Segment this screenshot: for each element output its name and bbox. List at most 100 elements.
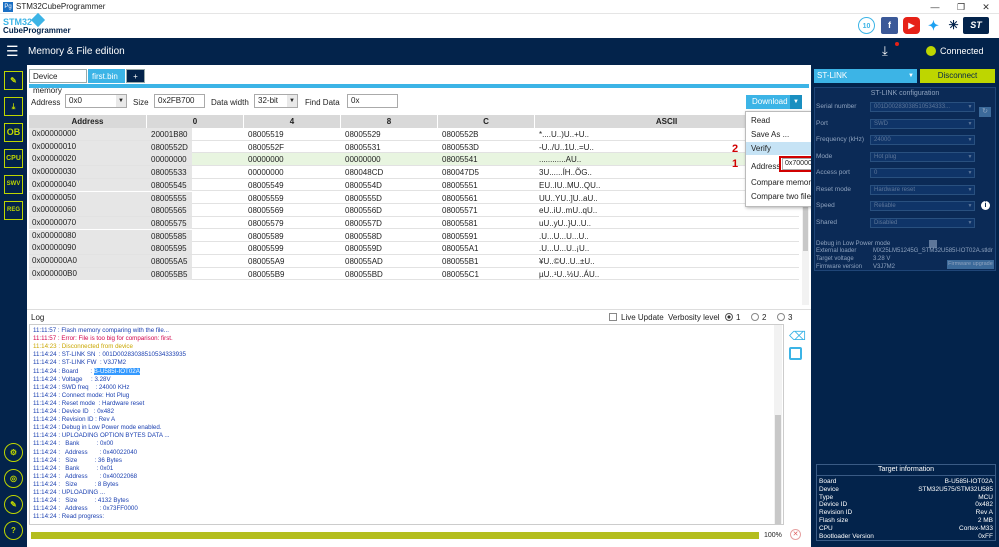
option-bytes-button[interactable]: OB [4, 123, 23, 142]
cell-c8[interactable]: 08005531 [345, 143, 381, 152]
cell-cC[interactable]: 080055A1 [442, 244, 478, 253]
cell-c4[interactable]: 08005559 [248, 194, 284, 203]
cell-c4[interactable]: 00000000 [248, 168, 284, 177]
cell-c4[interactable]: 00000000 [248, 155, 284, 164]
facebook-icon[interactable]: f [881, 17, 898, 34]
table-row[interactable]: 0x00000020 00000000 00000000 00000000 080055… [29, 153, 799, 166]
datawidth-select[interactable]: 32-bit ▼ [254, 94, 298, 108]
table-row[interactable]: 0x000000A0 080055A5 080055A9 080055AD 080055… [29, 255, 799, 268]
table-row[interactable]: 0x00000060 08005565 08005569 0800556D 080055… [29, 204, 799, 217]
cell-ascii[interactable]: *....U..)U..+U.. [539, 130, 589, 139]
cell-c8[interactable]: 0800559D [345, 244, 382, 253]
cell-c0[interactable]: 00000000 [151, 155, 187, 164]
chevron-down-icon[interactable]: ▼ [966, 153, 974, 161]
cell-c0[interactable]: 20001B80 [151, 130, 187, 139]
verbosity-radio-1[interactable] [725, 313, 733, 321]
cpu-button[interactable]: CPU [4, 149, 23, 168]
live-update-checkbox[interactable] [609, 313, 617, 321]
cell-c0[interactable]: 08005585 [151, 232, 187, 241]
size-input[interactable]: 0x2FB700 [154, 94, 205, 108]
cell-cC[interactable]: 08005581 [442, 219, 478, 228]
cell-c4[interactable]: 08005579 [248, 219, 284, 228]
cell-c8[interactable]: 08005529 [345, 130, 381, 139]
column-header[interactable]: 0 [147, 115, 244, 128]
tab-first-bin[interactable]: first.bin × [88, 69, 125, 95]
cell-c4[interactable]: 08005569 [248, 206, 284, 215]
cell-ascii[interactable]: 3U......ÍH..ÕG.. [539, 168, 592, 177]
cell-c0[interactable]: 080055B5 [151, 270, 187, 279]
twitter-icon[interactable]: ✦ [925, 17, 942, 34]
cell-c8[interactable]: 0800556D [345, 206, 382, 215]
cell-c4[interactable]: 08005549 [248, 181, 284, 190]
download-button[interactable]: Download ▼ [746, 95, 802, 109]
erasing-programming-icon[interactable]: ⤓ [4, 97, 23, 116]
column-header[interactable]: 4 [244, 115, 341, 128]
config-field-select[interactable]: SWD ▼ [870, 118, 975, 129]
tools-icon[interactable]: ✎ [4, 495, 23, 514]
cell-ascii[interactable]: .U...U...U..¡U.. [539, 244, 589, 253]
cell-cC[interactable]: 080055C1 [442, 270, 479, 279]
cell-ascii[interactable]: .U...U...U...U.. [539, 232, 589, 241]
column-header[interactable]: 8 [341, 115, 438, 128]
cell-c8[interactable]: 080048CD [345, 168, 383, 177]
column-header[interactable]: C [438, 115, 535, 128]
cell-c0[interactable]: 0800552D [151, 143, 188, 152]
disconnect-button[interactable]: Disconnect [920, 69, 995, 83]
chevron-down-icon[interactable]: ▼ [966, 103, 974, 111]
swv-button[interactable]: SWV [4, 175, 23, 194]
cell-cC[interactable]: 08005591 [442, 232, 478, 241]
youtube-icon[interactable]: ▶ [903, 17, 920, 34]
table-row[interactable]: 0x00000030 08005533 00000000 080048CD 080047… [29, 166, 799, 179]
memory-edit-icon[interactable]: ✎ [4, 71, 23, 90]
config-field-select[interactable]: Hardware reset ▼ [870, 184, 975, 195]
config-field-select[interactable]: Reliable ▼ [870, 201, 975, 211]
table-row[interactable]: 0x00000080 08005585 08005589 0800558D 080055… [29, 229, 799, 243]
cell-c8[interactable]: 0800554D [345, 181, 382, 190]
config-field-select[interactable]: 001D00283038510534333... ▼ [870, 102, 975, 112]
network-icon[interactable]: ✳ [945, 17, 962, 34]
cell-cC[interactable]: 080047D5 [442, 168, 479, 177]
cell-ascii[interactable]: ¥U..©U..­U..±U.. [539, 257, 595, 266]
cell-ascii[interactable]: uU..yU..}U..U.. [539, 219, 591, 228]
config-field-select[interactable]: 0 ▼ [870, 168, 975, 178]
debug-lowpower-checkbox[interactable] [929, 240, 937, 248]
cell-c8[interactable]: 0800557D [345, 219, 382, 228]
register-button[interactable]: REG [4, 201, 23, 220]
table-row[interactable]: 0x00000090 08005595 08005599 0800559D 080055… [29, 242, 799, 255]
log-area[interactable]: 11:11:57 : Flash memory comparing with t… [29, 324, 784, 525]
chevron-down-icon[interactable]: ▼ [966, 120, 974, 128]
cell-c8[interactable]: 0800555D [345, 194, 382, 203]
help-icon[interactable]: ? [4, 521, 23, 540]
cell-cC[interactable]: 0800552B [442, 130, 478, 139]
cell-c8[interactable]: 0800558D [345, 232, 382, 241]
table-row[interactable]: 0x000000B0 080055B5 080055B9 080055BD 080055… [29, 267, 799, 281]
menu-hamburger-icon[interactable]: ☰ [6, 44, 19, 58]
cell-cC[interactable]: 08005551 [442, 181, 478, 190]
chevron-down-icon[interactable]: ▼ [966, 169, 974, 177]
cell-c8[interactable]: 080055AD [345, 257, 383, 266]
cell-cC[interactable]: 080055B1 [442, 257, 478, 266]
cell-c0[interactable]: 08005565 [151, 206, 187, 215]
security-icon[interactable]: ◎ [4, 469, 23, 488]
firmware-upgrade-button[interactable]: Firmware upgrade [947, 260, 994, 269]
cell-c0[interactable]: 080055A5 [151, 257, 187, 266]
table-row[interactable]: 0x00000040 08005545 08005549 0800554D 080055… [29, 178, 799, 192]
verbosity-radio-3[interactable] [777, 313, 785, 321]
refresh-icon[interactable]: ↻ [979, 107, 991, 117]
chevron-down-icon[interactable]: ▼ [908, 69, 914, 83]
cell-c8[interactable]: 00000000 [345, 155, 381, 164]
restore-button[interactable]: ❐ [948, 1, 974, 13]
cell-cC[interactable]: 08005561 [442, 194, 478, 203]
minimize-button[interactable]: — [922, 1, 948, 13]
config-field-select[interactable]: 24000 ▼ [870, 135, 975, 145]
chevron-down-icon[interactable]: ▼ [966, 219, 974, 227]
cell-ascii[interactable]: EU..IU..MU..QU.. [539, 181, 600, 190]
cell-cC[interactable]: 08005571 [442, 206, 478, 215]
cell-cC[interactable]: 0800553D [442, 143, 479, 152]
chevron-down-icon[interactable]: ▼ [790, 95, 802, 109]
cell-ascii[interactable]: ............AU.. [539, 155, 581, 164]
st-logo-icon[interactable]: ST [963, 17, 989, 34]
cell-ascii[interactable]: -U../U..1U..=U.. [539, 143, 594, 152]
config-field-select[interactable]: Disabled ▼ [870, 217, 975, 228]
cell-ascii[interactable]: eU..iU..mU..qU.. [539, 206, 597, 215]
